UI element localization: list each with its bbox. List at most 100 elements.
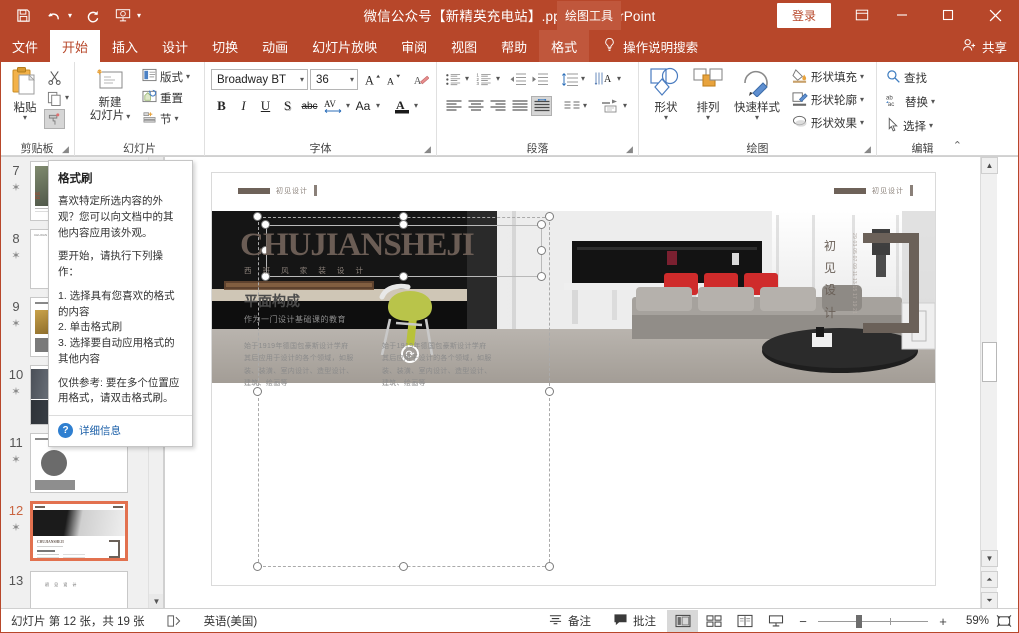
undo-dropdown-icon[interactable]: ▾: [68, 11, 72, 20]
share-button[interactable]: 共享: [962, 30, 1007, 62]
canvas-vertical-scrollbar[interactable]: ▲ ▼ ⏶ ⏷: [980, 157, 998, 609]
font-color-dropdown-icon[interactable]: ▾: [414, 102, 418, 110]
format-painter-button[interactable]: [44, 109, 65, 129]
clear-formatting-button[interactable]: A: [410, 70, 431, 90]
align-center-button[interactable]: [465, 96, 486, 116]
accessibility-checker-button[interactable]: [156, 614, 193, 628]
shape-effects-button[interactable]: 形状效果 ▾: [789, 113, 867, 133]
font-name-dropdown-icon[interactable]: ▾: [300, 75, 304, 83]
change-case-dropdown-icon[interactable]: ▾: [376, 102, 380, 110]
minimize-button[interactable]: [879, 0, 925, 30]
selection-handle-se[interactable]: [545, 562, 554, 571]
bold-button[interactable]: B: [211, 96, 232, 116]
scroll-up-icon[interactable]: ▲: [981, 157, 998, 174]
zoom-out-button[interactable]: −: [797, 614, 809, 629]
thumbnail-item-13[interactable]: 13 初 见 设 计: [2, 571, 128, 609]
view-slide-sorter-button[interactable]: [698, 610, 729, 632]
tab-animations[interactable]: 动画: [250, 30, 300, 62]
increase-font-size-button[interactable]: A: [362, 70, 383, 90]
drawing-dialog-launcher[interactable]: ◢: [863, 145, 872, 154]
title-handle-se[interactable]: [537, 272, 546, 281]
tab-transitions[interactable]: 切换: [200, 30, 250, 62]
increase-indent-button[interactable]: [529, 69, 550, 89]
tab-review[interactable]: 审阅: [389, 30, 439, 62]
quick-styles-button[interactable]: 快速样式 ▾: [729, 65, 785, 123]
undo-icon[interactable]: [44, 6, 63, 25]
view-slideshow-button[interactable]: [760, 610, 791, 632]
title-handle-s[interactable]: [399, 272, 408, 281]
current-slide[interactable]: 初见设计 初见设计 ⟳ CHUJIANSHEJI 西 班 风 家 装 设 计 平…: [212, 173, 935, 585]
bullets-dropdown-icon[interactable]: ▾: [465, 75, 469, 83]
columns-button[interactable]: [561, 96, 582, 116]
font-dialog-launcher[interactable]: ◢: [423, 145, 432, 154]
slide-body-right[interactable]: 始于1919年德国包豪斯设计学府 其后应用于设计的各个领域，如服装、装潢、室内设…: [382, 341, 494, 390]
tab-file[interactable]: 文件: [0, 30, 50, 62]
convert-smartart-button[interactable]: [598, 96, 622, 116]
distributed-button[interactable]: [531, 96, 552, 116]
columns-dropdown-icon[interactable]: ▾: [583, 102, 587, 110]
tab-insert[interactable]: 插入: [100, 30, 150, 62]
text-shadow-button[interactable]: S: [277, 96, 298, 116]
section-dropdown-icon[interactable]: ▾: [175, 114, 179, 122]
collapse-ribbon-icon[interactable]: ⌃: [953, 139, 962, 152]
slide-right-vertical-text[interactable]: 初 见 设 计: [821, 235, 839, 324]
tab-format[interactable]: 格式: [539, 30, 590, 62]
comments-button[interactable]: 批注: [602, 613, 667, 629]
align-left-button[interactable]: [443, 96, 464, 116]
select-dropdown-icon[interactable]: ▾: [929, 122, 933, 130]
selection-handle-nw[interactable]: [253, 212, 262, 221]
slide-count-status[interactable]: 幻灯片 第 12 张，共 19 张: [0, 613, 156, 629]
copy-button[interactable]: [44, 88, 65, 108]
clipboard-dialog-launcher[interactable]: ◢: [61, 145, 70, 154]
thumbnail-preview-13[interactable]: 初 见 设 计: [30, 571, 128, 609]
zoom-thumb[interactable]: [856, 614, 862, 628]
text-direction-dropdown-icon[interactable]: ▾: [617, 75, 621, 83]
font-color-button[interactable]: A: [391, 96, 413, 116]
zoom-slider[interactable]: − +: [791, 614, 955, 629]
font-size-dropdown-icon[interactable]: ▾: [350, 75, 354, 83]
new-slide-dropdown-icon[interactable]: ▾: [126, 112, 130, 120]
save-icon[interactable]: [14, 6, 33, 25]
tooltip-more-info-link[interactable]: 详细信息: [79, 423, 121, 438]
next-slide-icon[interactable]: ⏷: [981, 592, 998, 609]
tab-design[interactable]: 设计: [150, 30, 200, 62]
arrange-dropdown-icon[interactable]: ▾: [706, 114, 710, 122]
tab-slideshow[interactable]: 幻灯片放映: [300, 30, 389, 62]
slide-subtitle[interactable]: 西 班 风 家 装 设 计: [244, 265, 368, 276]
align-right-button[interactable]: [487, 96, 508, 116]
start-slideshow-icon[interactable]: [113, 6, 132, 25]
justify-button[interactable]: [509, 96, 530, 116]
paste-button[interactable]: 粘贴 ▾: [6, 65, 44, 123]
shape-fill-dropdown-icon[interactable]: ▾: [860, 73, 864, 81]
shapes-dropdown-icon[interactable]: ▾: [664, 114, 668, 122]
view-reading-button[interactable]: [729, 610, 760, 632]
replace-dropdown-icon[interactable]: ▾: [931, 98, 935, 106]
language-status[interactable]: 英语(美国): [193, 613, 269, 629]
selection-handle-s[interactable]: [399, 562, 408, 571]
layout-dropdown-icon[interactable]: ▾: [186, 72, 190, 80]
shape-outline-button[interactable]: 形状轮廓 ▾: [789, 90, 867, 110]
font-size-input[interactable]: 36 ▾: [310, 69, 358, 90]
previous-slide-icon[interactable]: ⏶: [981, 571, 998, 588]
cut-button[interactable]: [44, 67, 65, 87]
tell-me-search[interactable]: 操作说明搜索: [589, 30, 698, 62]
slide-canvas[interactable]: 初见设计 初见设计 ⟳ CHUJIANSHEJI 西 班 风 家 装 设 计 平…: [166, 157, 998, 609]
tab-home[interactable]: 开始: [50, 30, 101, 62]
tooltip-footer[interactable]: ? 详细信息: [49, 415, 192, 446]
scroll-down-icon[interactable]: ▼: [981, 550, 998, 567]
slide-big-title[interactable]: CHUJIANSHEJI: [240, 229, 475, 262]
tab-view[interactable]: 视图: [439, 30, 489, 62]
arrange-button[interactable]: 排列 ▾: [687, 65, 729, 123]
character-spacing-button[interactable]: AV: [321, 96, 345, 116]
change-case-button[interactable]: Aa: [351, 96, 375, 116]
thumbnail-scroll-down-icon[interactable]: ▼: [149, 594, 163, 609]
italic-button[interactable]: I: [233, 96, 254, 116]
copy-dropdown-icon[interactable]: ▾: [65, 94, 69, 102]
paste-dropdown-icon[interactable]: ▾: [23, 114, 27, 122]
selection-handle-ne[interactable]: [545, 212, 554, 221]
thumbnail-preview-12[interactable]: CHUJIANSHEJI: [30, 501, 128, 561]
bullets-button[interactable]: [443, 69, 464, 89]
section-button[interactable]: 节 ▾: [139, 109, 193, 128]
shape-fill-button[interactable]: 形状填充 ▾: [789, 67, 867, 87]
numbering-button[interactable]: 123: [474, 69, 495, 89]
